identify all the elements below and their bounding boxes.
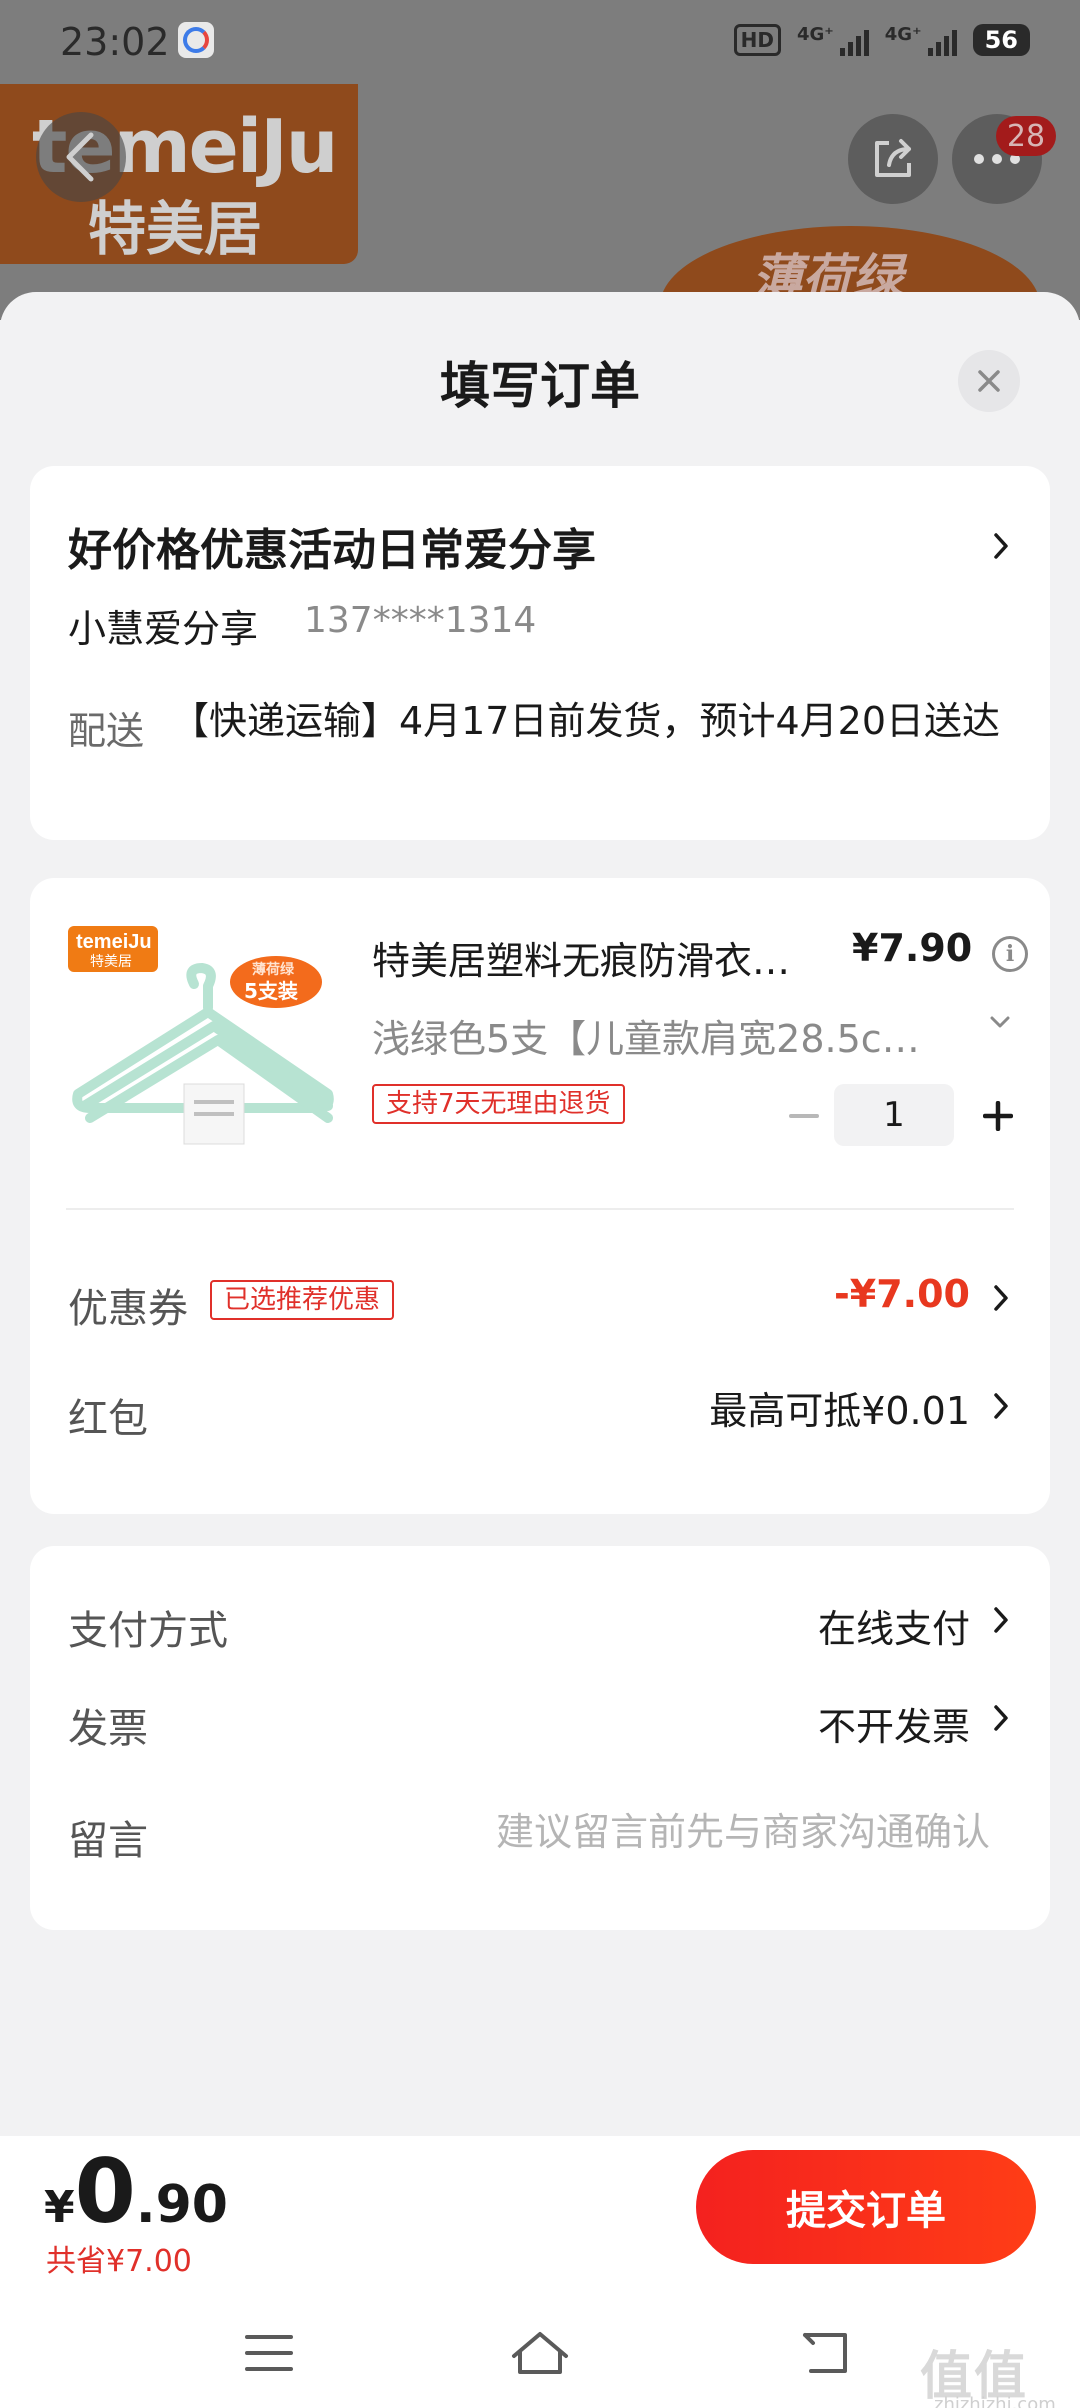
signal-icon-2: 4G⁺ xyxy=(885,24,957,56)
red-packet-value: 最高可抵¥0.01 xyxy=(709,1389,970,1433)
chevron-right-icon xyxy=(986,526,1016,566)
product-image-badge-top: 薄荷绿 xyxy=(252,961,295,978)
address-name: 好价格优惠活动日常爱分享 xyxy=(68,525,596,576)
total-decimal: .90 xyxy=(135,2175,228,2235)
total-integer: 0 xyxy=(74,2140,136,2243)
hd-icon: HD xyxy=(733,24,781,56)
signal-icon: 4G⁺ xyxy=(797,24,869,56)
chevron-down-icon[interactable] xyxy=(980,1002,1020,1042)
shipping-label: 配送 xyxy=(68,709,145,753)
back-arrow-icon xyxy=(66,132,94,182)
total-saved: 共省¥7.00 xyxy=(46,2244,192,2279)
minus-icon xyxy=(789,1114,819,1118)
coupon-value: -¥7.00 xyxy=(834,1272,970,1316)
system-navigation-bar: 值值值 zhizhizhi.com xyxy=(0,2304,1080,2408)
product-title[interactable]: 特美居塑料无痕防滑衣架晾衣架 xyxy=(372,930,822,985)
brand-logo-cjk: 特美居 xyxy=(88,195,263,263)
home-key[interactable] xyxy=(505,2318,575,2388)
bottom-bar: ¥0.90 共省¥7.00 提交订单 值值值 zhizhizhi.com xyxy=(0,2136,1080,2408)
quantity-decrease-button[interactable] xyxy=(776,1088,832,1144)
divider xyxy=(66,1208,1014,1210)
message-label: 留言 xyxy=(68,1818,148,1864)
chevron-right-icon xyxy=(986,1600,1016,1640)
back-key-icon xyxy=(803,2333,847,2373)
battery-icon: 56 xyxy=(972,24,1030,56)
status-icons: HD 4G⁺ 4G⁺ 56 xyxy=(733,24,1030,56)
product-image-brand-cjk: 特美居 xyxy=(90,954,132,970)
shipping-text: 【快递运输】4月17日前发货，预计4月20日送达 xyxy=(170,699,1000,743)
app-notification-icon xyxy=(178,22,214,58)
total-currency: ¥ xyxy=(44,2182,75,2233)
payment-method-label: 支付方式 xyxy=(68,1608,228,1654)
payment-card: 支付方式 在线支付 发票 不开发票 留言 xyxy=(30,1546,1050,1930)
message-input[interactable] xyxy=(290,1802,990,1862)
network-type-label-2: 4G⁺ xyxy=(884,24,922,45)
red-packet-label: 红包 xyxy=(68,1396,148,1442)
payment-method-value: 在线支付 xyxy=(817,1607,970,1651)
plus-icon xyxy=(983,1101,1013,1131)
coupon-recommended-tag: 已选推荐优惠 xyxy=(210,1280,395,1320)
home-icon xyxy=(512,2332,568,2374)
close-button[interactable] xyxy=(958,350,1020,412)
back-key[interactable] xyxy=(790,2318,860,2388)
status-time: 23:02 xyxy=(60,20,170,64)
quantity-increase-button[interactable] xyxy=(970,1088,1026,1144)
product-card: temeiJu 特美居 薄荷绿 5支装 特美居塑料无痕防滑衣架晾衣架 ¥7.90… xyxy=(30,878,1050,1514)
menu-icon xyxy=(245,2335,293,2371)
status-bar: 23:02 HD 4G⁺ 4G⁺ 56 xyxy=(0,0,1080,84)
product-image-brand: temeiJu xyxy=(76,931,152,953)
product-price: ¥7.90 xyxy=(852,926,973,970)
back-button[interactable] xyxy=(36,112,126,202)
total-price: ¥0.90 xyxy=(44,2140,228,2243)
recipient-phone: 137****1314 xyxy=(304,600,537,641)
recipient-name: 小慧爱分享 xyxy=(68,607,259,651)
info-icon[interactable]: i xyxy=(992,936,1028,972)
sheet-title: 填写订单 xyxy=(440,357,640,415)
quantity-value[interactable]: 1 xyxy=(834,1084,954,1146)
share-icon xyxy=(875,139,911,177)
product-image[interactable]: temeiJu 特美居 薄荷绿 5支装 xyxy=(66,924,338,1184)
product-spec[interactable]: 浅绿色5支【儿童款肩宽28.5cm】 xyxy=(372,1008,922,1063)
product-image-badge-bottom: 5支装 xyxy=(244,979,298,1003)
invoice-value: 不开发票 xyxy=(817,1705,970,1749)
chevron-right-icon xyxy=(986,1278,1016,1318)
network-type-label: 4G⁺ xyxy=(796,24,834,45)
share-button[interactable] xyxy=(848,114,938,204)
watermark-url: zhizhizhi.com xyxy=(934,2394,1056,2408)
menu-key[interactable] xyxy=(234,2318,304,2388)
order-sheet: 填写订单 好价格优惠活动日常爱分享 小慧爱分享 137****1314 配送 【… xyxy=(0,292,1080,2408)
submit-order-button[interactable]: 提交订单 xyxy=(696,2150,1036,2264)
return-policy-tag: 支持7天无理由退货 xyxy=(372,1084,625,1124)
chevron-right-icon xyxy=(986,1386,1016,1426)
coupon-label: 优惠券 xyxy=(68,1286,188,1332)
address-card[interactable]: 好价格优惠活动日常爱分享 小慧爱分享 137****1314 配送 【快递运输】… xyxy=(30,466,1050,840)
chevron-right-icon xyxy=(986,1698,1016,1738)
close-icon xyxy=(978,370,1000,392)
notification-count-badge: 28 xyxy=(996,116,1056,156)
invoice-label: 发票 xyxy=(68,1706,148,1752)
